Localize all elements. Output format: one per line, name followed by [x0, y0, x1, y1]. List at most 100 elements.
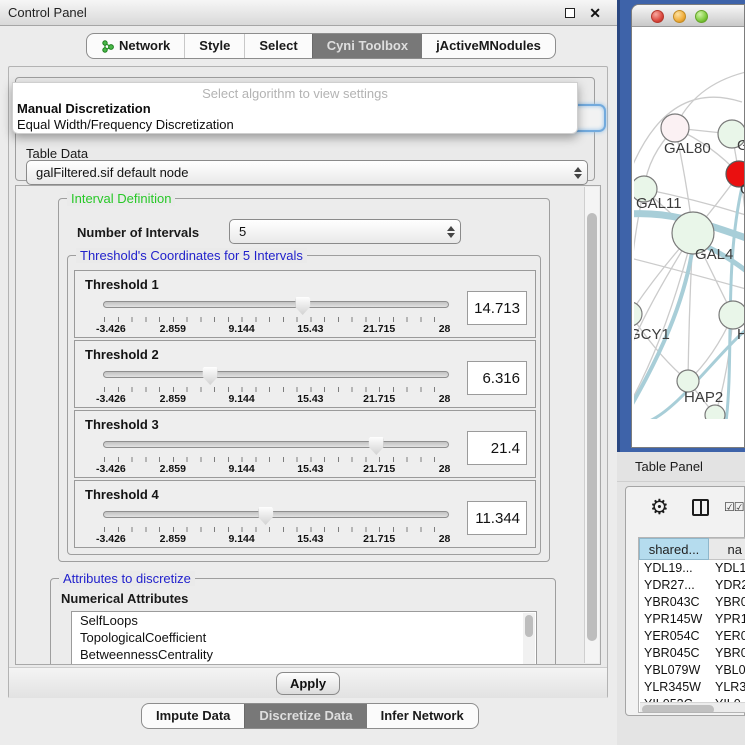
table-row[interactable]: YBL079WYBL0 [639, 662, 745, 679]
threshold-3-slider[interactable]: -3.4262.8599.14415.4321.71528 [103, 437, 449, 473]
table-data-select[interactable]: galFiltered.sif default node [26, 160, 588, 185]
settings-scroll-pane: Interval Definition Number of Intervals … [15, 185, 601, 665]
stepper-arrows-icon [442, 226, 460, 238]
slider-ticks [104, 457, 448, 462]
threshold-4-value-input[interactable] [467, 501, 527, 535]
tab-select[interactable]: Select [244, 34, 311, 58]
slider-track[interactable] [103, 371, 449, 378]
cell-name[interactable]: YDL1 [709, 560, 745, 577]
gear-icon[interactable]: ⚙ [650, 495, 669, 520]
cell-shared-name[interactable]: YLR345W [639, 679, 709, 696]
table-row[interactable]: YBR045CYBR0 [639, 645, 745, 662]
attributes-listbox[interactable]: SelfLoops TopologicalCoefficient Between… [71, 611, 537, 665]
float-window-icon[interactable] [565, 8, 575, 18]
table-row[interactable]: YER054CYER0 [639, 628, 745, 645]
scrollbar-thumb[interactable] [525, 615, 533, 637]
tick-label: 28 [439, 323, 451, 335]
cell-shared-name[interactable]: YBR045C [639, 645, 709, 662]
table-row[interactable]: YLR345WYLR3 [639, 679, 745, 696]
number-of-intervals-select[interactable]: 5 [229, 219, 461, 244]
scrollbar-thumb[interactable] [587, 213, 597, 641]
tab-cyni-label: Cyni Toolbox [327, 34, 408, 58]
cell-name[interactable]: YBR0 [709, 594, 745, 611]
node-label: GCY1 [634, 326, 670, 343]
tab-infer-network[interactable]: Infer Network [367, 704, 478, 728]
threshold-2-panel: Threshold 2 -3.4262.8599.14415.4321.7152… [74, 340, 536, 408]
cell-shared-name[interactable]: YDL19... [639, 560, 709, 577]
traffic-light-minimize[interactable] [673, 10, 686, 23]
cell-name[interactable]: YER0 [709, 628, 745, 645]
tick-label: 15.43 [297, 463, 323, 475]
cell-shared-name[interactable]: YBR043C [639, 594, 709, 611]
node-gal80[interactable] [661, 114, 689, 142]
traffic-light-close[interactable] [651, 10, 664, 23]
table-row[interactable]: YDL19...YDL1 [639, 560, 745, 577]
node-bottom-partial[interactable] [705, 405, 725, 419]
table-row[interactable]: YDR27...YDR2 [639, 577, 745, 594]
option-manual-discretization[interactable]: Manual Discretization [13, 101, 577, 117]
tab-network-label: Network [119, 34, 170, 58]
tick-label: 2.859 [160, 323, 186, 335]
threshold-3-value-input[interactable] [467, 431, 527, 465]
threshold-1-slider[interactable]: -3.4262.8599.14415.4321.71528 [103, 297, 449, 333]
split-columns-icon[interactable] [692, 499, 709, 516]
cell-shared-name[interactable]: YDR27... [639, 577, 709, 594]
table-row[interactable]: YPR145WYPR1 [639, 611, 745, 628]
network-window-titlebar[interactable] [632, 5, 745, 27]
apply-button[interactable]: Apply [276, 672, 340, 695]
cell-shared-name[interactable]: YPR145W [639, 611, 709, 628]
slider-track[interactable] [103, 301, 449, 308]
tick-label: 28 [439, 463, 451, 475]
bottom-tab-bar: Impute Data Discretize Data Infer Networ… [141, 703, 479, 729]
column-header-name[interactable]: na [709, 538, 745, 560]
checkbox-icons[interactable]: ☑☑ [724, 500, 744, 514]
node-label: GAL11 [636, 195, 682, 212]
column-header-shared-name[interactable]: shared... [639, 538, 709, 560]
cell-shared-name[interactable]: YER054C [639, 628, 709, 645]
cell-name[interactable]: YBL0 [709, 662, 745, 679]
cell-name[interactable]: YLR3 [709, 679, 745, 696]
close-icon[interactable]: ✕ [589, 0, 601, 26]
node-gcy1[interactable] [634, 302, 642, 326]
tab-cyni-toolbox[interactable]: Cyni Toolbox [312, 34, 422, 58]
slider-track[interactable] [103, 441, 449, 448]
tab-discretize-data[interactable]: Discretize Data [244, 704, 366, 728]
node-attribute-table[interactable]: shared... na YDL19...YDL1 YDR27...YDR2 Y… [638, 537, 745, 713]
slider-thumb[interactable] [203, 367, 218, 385]
tab-style[interactable]: Style [184, 34, 244, 58]
table-horizontal-scrollbar[interactable] [640, 702, 745, 713]
list-item[interactable]: BetweennessCentrality [72, 646, 536, 663]
network-canvas[interactable]: GAL80 GA GC GAL11 GAL4 GCY1 H HAP2 [634, 27, 745, 419]
node-h[interactable] [719, 301, 745, 329]
cell-name[interactable]: YDR2 [709, 577, 745, 594]
traffic-light-zoom[interactable] [695, 10, 708, 23]
list-item[interactable]: SelfLoops [72, 612, 536, 629]
cell-name[interactable]: YBR0 [709, 645, 745, 662]
threshold-2-slider[interactable]: -3.4262.8599.14415.4321.71528 [103, 367, 449, 403]
tab-impute-data[interactable]: Impute Data [142, 704, 244, 728]
slider-track[interactable] [103, 511, 449, 518]
slider-thumb[interactable] [295, 297, 310, 315]
list-item[interactable]: TopologicalCoefficient [72, 629, 536, 646]
scrollbar-thumb[interactable] [642, 705, 714, 714]
slider-ticks [104, 527, 448, 532]
tick-label: 9.144 [228, 323, 254, 335]
cell-name[interactable]: YPR1 [709, 611, 745, 628]
slider-tick-labels: -3.4262.8599.14415.4321.71528 [104, 463, 448, 474]
tab-jactivemnodules[interactable]: jActiveMNodules [422, 34, 555, 58]
tab-network[interactable]: Network [87, 34, 184, 58]
threshold-1-value-input[interactable] [467, 291, 527, 325]
attributes-scrollbar[interactable] [523, 613, 535, 665]
threshold-4-slider[interactable]: -3.4262.8599.14415.4321.71528 [103, 507, 449, 543]
cell-shared-name[interactable]: YBL079W [639, 662, 709, 679]
slider-thumb[interactable] [258, 507, 273, 525]
slider-thumb[interactable] [369, 437, 384, 455]
threshold-2-value-input[interactable] [467, 361, 527, 395]
tick-label: 15.43 [297, 533, 323, 545]
table-row[interactable]: YBR043CYBR0 [639, 594, 745, 611]
tick-label: 2.859 [160, 463, 186, 475]
main-vertical-scrollbar[interactable] [584, 187, 599, 663]
control-panel: Control Panel ✕ Network Style Select Cyn… [0, 0, 617, 745]
table-data-value: galFiltered.sif default node [27, 165, 569, 180]
option-equal-width-frequency[interactable]: Equal Width/Frequency Discretization [13, 117, 577, 133]
